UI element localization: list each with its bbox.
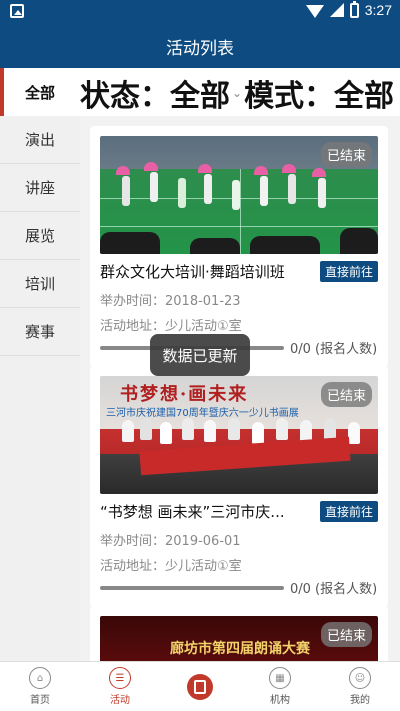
activity-image[interactable]: 书梦想·画未来 三河市庆祝建国70周年暨庆六一少儿书画展 已结束 bbox=[100, 376, 378, 494]
activity-image[interactable]: 已结束 bbox=[100, 136, 378, 254]
image-banner-subtext: 三河市庆祝建国70周年暨庆六一少儿书画展 bbox=[106, 408, 299, 419]
activity-card[interactable]: 书梦想·画未来 三河市庆祝建国70周年暨庆六一少儿书画展 已结束 “书梦想 画未… bbox=[90, 366, 388, 607]
sidebar-item-label: 讲座 bbox=[24, 179, 55, 197]
category-tab-all[interactable]: 全部 bbox=[0, 68, 80, 116]
page-title: 活动列表 bbox=[166, 38, 234, 59]
activity-list: 已结束 群众文化大培训·舞蹈培训班 直接前往 举办时间：2018-01-23 活… bbox=[80, 116, 400, 661]
organization-icon: ▦ bbox=[269, 667, 291, 689]
nav-item-label: 首页 bbox=[30, 695, 50, 706]
status-time: 3:27 bbox=[364, 2, 392, 18]
activity-time: 举办时间：2019-06-01 bbox=[100, 534, 241, 549]
wifi-icon bbox=[305, 4, 324, 18]
sidebar-item-label: 演出 bbox=[24, 131, 55, 149]
mode-filter[interactable]: 模式：全部 bbox=[244, 71, 394, 115]
battery-icon bbox=[349, 0, 359, 18]
sidebar-item-label: 培训 bbox=[24, 275, 55, 293]
sidebar-item-exhibition[interactable]: 展览 bbox=[0, 212, 80, 260]
activity-location: 活动地址：少儿活动①室 bbox=[100, 559, 242, 574]
nav-item-label: 活动 bbox=[110, 695, 130, 706]
activity-time: 举办时间：2018-01-23 bbox=[100, 294, 241, 309]
profile-icon: ☺ bbox=[349, 667, 371, 689]
nav-item-organization[interactable]: ▦ 机构 bbox=[240, 662, 320, 711]
chevron-down-icon[interactable]: ⌄ bbox=[232, 86, 242, 100]
signup-count: 0/0 (报名人数) bbox=[290, 582, 378, 597]
nav-item-label: 机构 bbox=[270, 695, 290, 706]
category-tab-all-label: 全部 bbox=[24, 83, 55, 102]
sidebar-item-performance[interactable]: 演出 bbox=[0, 116, 80, 164]
status-icons: 3:27 bbox=[305, 0, 392, 18]
go-button[interactable]: 直接前往 bbox=[319, 260, 378, 282]
nav-item-label: 我的 bbox=[350, 695, 370, 706]
go-button[interactable]: 直接前往 bbox=[319, 500, 378, 522]
nav-item-profile[interactable]: ☺ 我的 bbox=[320, 662, 400, 711]
status-badge: 已结束 bbox=[320, 142, 372, 167]
activity-location: 活动地址：少儿活动①室 bbox=[100, 319, 242, 334]
category-sidebar: 演出 讲座 展览 培训 赛事 bbox=[0, 116, 80, 661]
home-icon: ⌂ bbox=[29, 667, 51, 689]
activity-title: “书梦想 画未来”三河市庆... bbox=[100, 502, 285, 521]
nav-item-activity[interactable]: ☰ 活动 bbox=[80, 662, 160, 711]
sidebar-item-lecture[interactable]: 讲座 bbox=[0, 164, 80, 212]
activity-icon: ☰ bbox=[109, 667, 131, 689]
nav-item-scan[interactable] bbox=[160, 662, 240, 711]
signup-count: 0/0 (报名人数) bbox=[290, 342, 378, 357]
status-badge: 已结束 bbox=[320, 382, 372, 407]
activity-title: 群众文化大培训·舞蹈培训班 bbox=[100, 262, 285, 281]
signup-progress-bar bbox=[100, 585, 284, 590]
status-badge: 已结束 bbox=[320, 622, 372, 647]
image-banner-text: 廊坊市第四届朗诵大赛 bbox=[170, 641, 310, 657]
status-filter[interactable]: 状态：全部 bbox=[80, 71, 230, 115]
app-bar: 活动列表 bbox=[0, 24, 400, 68]
gallery-notification-icon bbox=[10, 4, 24, 18]
filter-selectors: 状态：全部 ⌄ 模式：全部 bbox=[80, 71, 394, 115]
toast-text: 数据已更新 bbox=[162, 346, 238, 365]
activity-card[interactable]: 已结束 群众文化大培训·舞蹈培训班 直接前往 举办时间：2018-01-23 活… bbox=[90, 126, 388, 367]
activity-image[interactable]: 廊坊市第四届朗诵大赛 已结束 bbox=[100, 616, 378, 661]
filter-row: 全部 状态：全部 ⌄ 模式：全部 bbox=[0, 68, 400, 116]
toast-message: 数据已更新 bbox=[150, 334, 250, 376]
image-banner-text: 书梦想·画未来 bbox=[120, 384, 249, 405]
sidebar-item-competition[interactable]: 赛事 bbox=[0, 308, 80, 356]
sidebar-item-label: 赛事 bbox=[24, 323, 55, 341]
bottom-nav: ⌂ 首页 ☰ 活动 ▦ 机构 ☺ 我的 bbox=[0, 661, 400, 711]
status-bar: 3:27 bbox=[0, 0, 400, 24]
scan-icon bbox=[187, 673, 213, 700]
signal-icon bbox=[329, 3, 344, 17]
sidebar-item-training[interactable]: 培训 bbox=[0, 260, 80, 308]
activity-card[interactable]: 廊坊市第四届朗诵大赛 已结束 bbox=[90, 606, 388, 661]
nav-item-home[interactable]: ⌂ 首页 bbox=[0, 662, 80, 711]
sidebar-item-label: 展览 bbox=[24, 227, 55, 245]
